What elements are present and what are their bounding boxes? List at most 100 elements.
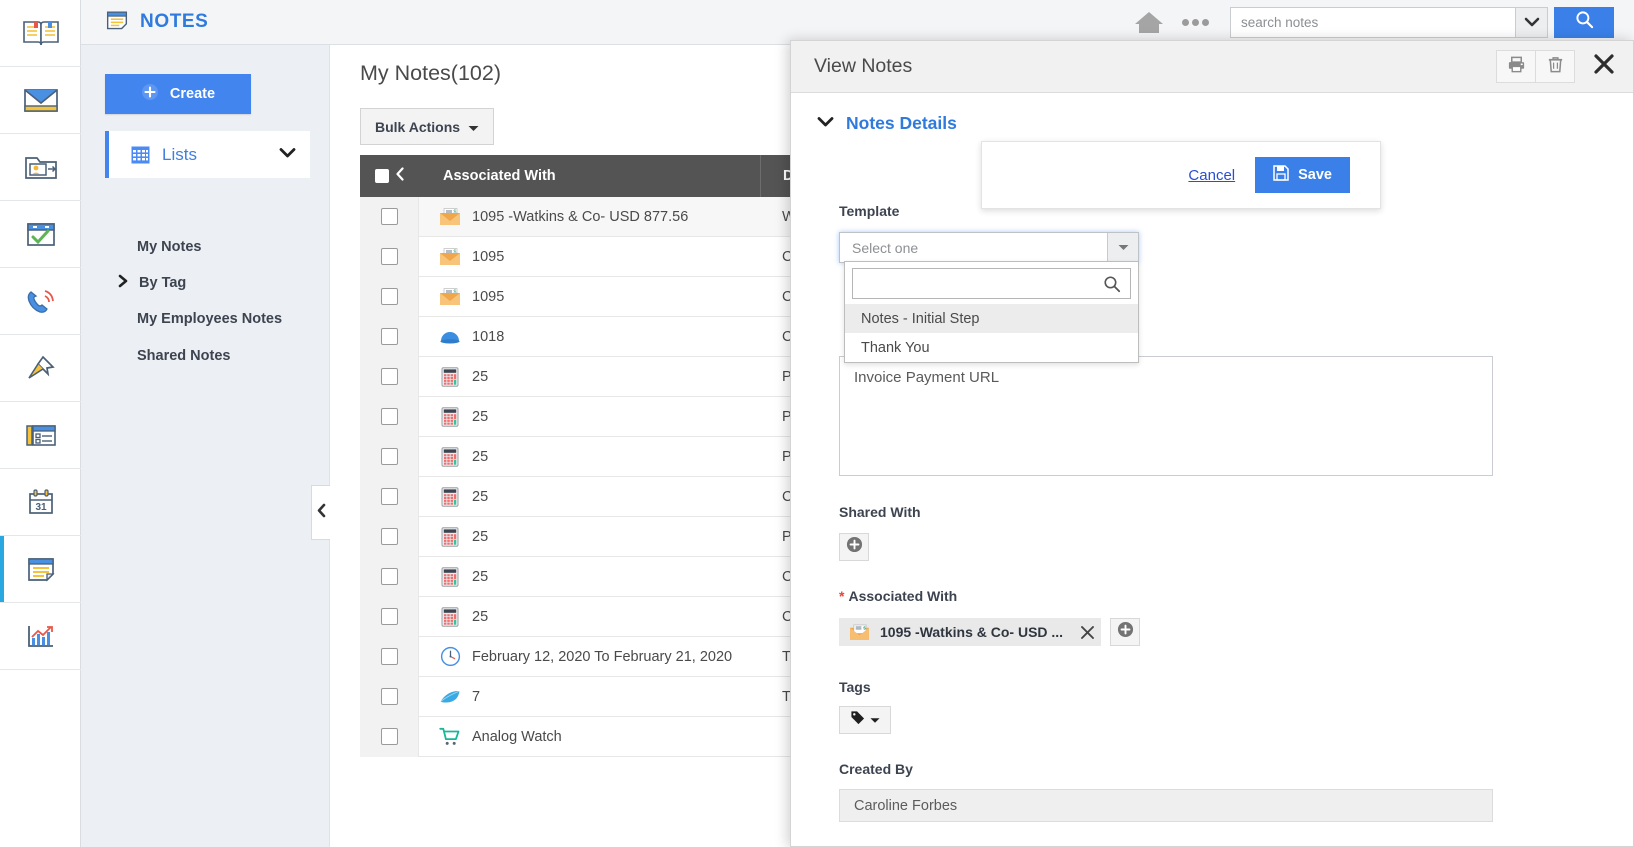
cell-associated-with-text: Analog Watch: [472, 729, 562, 745]
close-button[interactable]: [1593, 53, 1615, 80]
chevron-left-icon: [316, 503, 327, 523]
invoice-envelope-icon: $: [439, 247, 461, 267]
rail-item-book[interactable]: [0, 0, 81, 67]
row-select-cell: [360, 437, 419, 477]
chevron-down-icon[interactable]: [279, 146, 296, 164]
home-icon[interactable]: [1126, 9, 1172, 35]
row-select-cell: [360, 237, 419, 277]
tags-button[interactable]: [839, 706, 891, 734]
row-checkbox[interactable]: [381, 208, 398, 225]
template-search-input[interactable]: [853, 269, 1103, 298]
close-x-icon[interactable]: [1073, 618, 1101, 646]
trash-icon: [1546, 55, 1565, 79]
save-button[interactable]: Save: [1255, 157, 1350, 193]
sidebar-item-lists-label: Lists: [162, 145, 197, 165]
row-checkbox[interactable]: [381, 288, 398, 305]
left-nav-panel: Create Lists My Notes By Tag My Employee…: [81, 45, 330, 847]
top-bar: NOTES: [81, 0, 1634, 45]
row-select-cell: [360, 637, 419, 677]
row-checkbox[interactable]: [381, 408, 398, 425]
rail-item-calls[interactable]: [0, 268, 81, 335]
cancel-button[interactable]: Cancel: [1188, 167, 1235, 184]
chevron-right-icon: [117, 274, 129, 292]
cell-associated-with: $ 1095: [419, 247, 760, 267]
caret-down-icon: [468, 119, 479, 135]
row-select-cell: [360, 517, 419, 557]
template-select[interactable]: Select one: [839, 232, 1139, 263]
print-button[interactable]: [1496, 50, 1536, 83]
sidebar-item-by-tag[interactable]: By Tag: [105, 265, 310, 301]
dialog-body: Notes Details Cancel Save Template Selec…: [791, 93, 1633, 847]
create-button[interactable]: Create: [105, 74, 251, 114]
floppy-disk-icon: [1273, 165, 1289, 185]
svg-text:31: 31: [35, 502, 47, 513]
bulk-actions-button[interactable]: Bulk Actions: [360, 108, 494, 145]
rail-item-calendar[interactable]: 31: [0, 469, 81, 536]
plus-circle-icon: [846, 536, 863, 558]
rail-item-mail[interactable]: [0, 67, 81, 134]
caret-down-icon[interactable]: [1107, 233, 1138, 262]
rail-item-contacts[interactable]: [0, 134, 81, 201]
sidebar-item-my-employees-notes[interactable]: My Employees Notes: [105, 301, 310, 337]
caret-down-icon: [870, 711, 880, 729]
cell-associated-with-text: 25: [472, 369, 488, 385]
template-option[interactable]: Notes - Initial Step: [845, 304, 1138, 333]
tags-label: Tags: [839, 679, 871, 695]
row-checkbox[interactable]: [381, 648, 398, 665]
clock-icon: [439, 647, 461, 667]
dialog-header: View Notes: [791, 41, 1633, 93]
row-checkbox[interactable]: [381, 248, 398, 265]
delete-button[interactable]: [1535, 50, 1575, 83]
rail-item-tasks[interactable]: [0, 201, 81, 268]
row-select-cell: [360, 277, 419, 317]
shared-with-add-button[interactable]: [839, 533, 869, 561]
associated-with-add-button[interactable]: [1110, 618, 1140, 646]
row-select-cell: [360, 477, 419, 517]
sidebar-item-my-notes-label: My Notes: [137, 239, 201, 255]
app-rail: 31: [0, 0, 81, 847]
cell-associated-with: 25: [419, 527, 760, 547]
chevron-down-icon[interactable]: [1515, 7, 1548, 38]
rail-item-notes[interactable]: [0, 536, 81, 603]
template-option[interactable]: Thank You: [845, 333, 1138, 362]
search-icon[interactable]: [1103, 275, 1130, 293]
row-checkbox[interactable]: [381, 448, 398, 465]
sidebar-item-lists[interactable]: Lists: [105, 131, 310, 178]
associated-with-chip[interactable]: $ 1095 -Watkins & Co- USD ...: [839, 618, 1101, 646]
chevron-left-icon[interactable]: [395, 167, 405, 185]
row-checkbox[interactable]: [381, 568, 398, 585]
search-input[interactable]: [1230, 7, 1515, 38]
row-checkbox[interactable]: [381, 528, 398, 545]
rail-item-feeds[interactable]: [0, 402, 81, 469]
page-title: My Notes(102): [360, 61, 501, 86]
row-checkbox[interactable]: [381, 608, 398, 625]
notes-details-section-header[interactable]: Notes Details: [817, 113, 957, 134]
column-header-associated-with[interactable]: Associated With: [419, 168, 760, 184]
sidebar-item-shared-notes[interactable]: Shared Notes: [105, 338, 310, 374]
rail-item-pinned[interactable]: [0, 335, 81, 402]
associated-with-row: $ 1095 -Watkins & Co- USD ...: [839, 618, 1140, 646]
row-checkbox[interactable]: [381, 488, 398, 505]
select-all-checkbox[interactable]: [375, 169, 389, 183]
calculator-icon: [439, 527, 461, 547]
calculator-icon: [439, 607, 461, 627]
calculator-icon: [439, 487, 461, 507]
description-field[interactable]: Invoice Payment URL: [839, 356, 1493, 476]
more-dots-icon[interactable]: [1172, 19, 1218, 26]
cell-associated-with: 7: [419, 687, 760, 707]
panel-collapse-handle[interactable]: [311, 485, 330, 540]
created-by-label: Created By: [839, 761, 913, 777]
row-checkbox[interactable]: [381, 328, 398, 345]
row-checkbox[interactable]: [381, 688, 398, 705]
search-button[interactable]: [1554, 7, 1614, 38]
notes-icon: [23, 553, 59, 585]
sidebar-item-my-employees-notes-label: My Employees Notes: [137, 311, 282, 327]
module-title: NOTES: [103, 7, 208, 38]
rail-item-reports[interactable]: [0, 603, 81, 670]
row-checkbox[interactable]: [381, 368, 398, 385]
cart-icon: [439, 727, 461, 747]
cell-associated-with: 25: [419, 447, 760, 467]
sidebar-item-my-notes[interactable]: My Notes: [105, 229, 310, 265]
calculator-icon: [439, 447, 461, 467]
row-checkbox[interactable]: [381, 728, 398, 745]
